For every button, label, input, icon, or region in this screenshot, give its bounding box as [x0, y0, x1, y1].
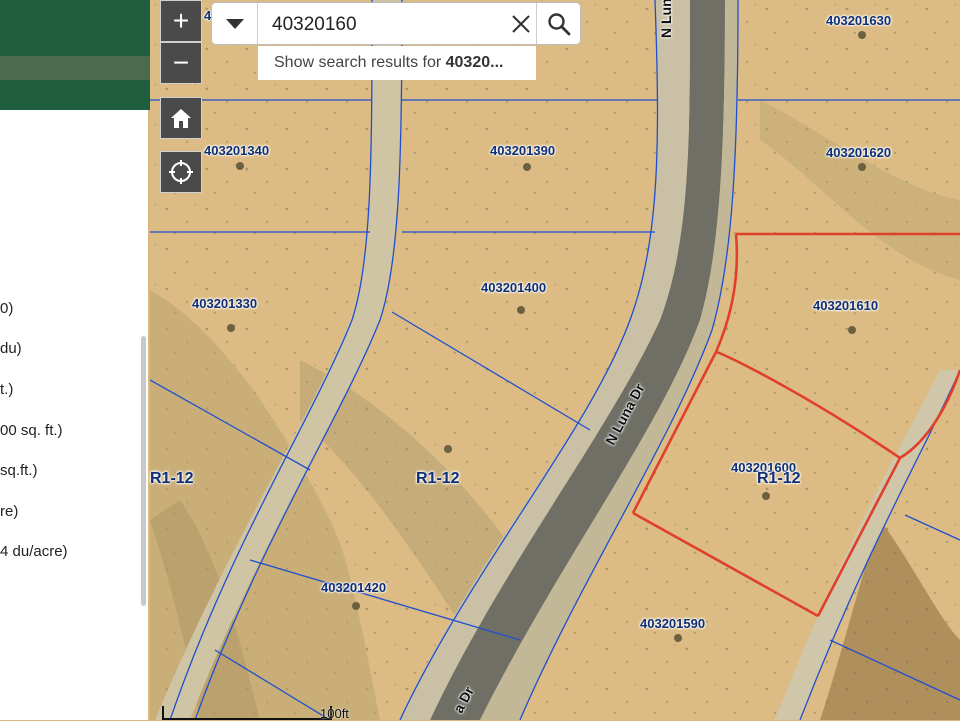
panel-header-band — [0, 80, 150, 110]
panel-row: t.) — [0, 381, 14, 398]
road-label: N Luna Dr — [658, 0, 674, 38]
locate-button[interactable] — [160, 151, 202, 193]
parcel-label: 403201630 — [826, 13, 892, 28]
panel-row: 4 du/acre) — [0, 543, 68, 560]
app-header-band — [0, 0, 150, 56]
panel-scrollbar[interactable] — [141, 336, 146, 606]
panel-row: 00 sq. ft.) — [0, 422, 63, 439]
close-icon — [512, 15, 530, 33]
map-canvas — [150, 0, 960, 720]
zoning-label: R1-12 — [757, 470, 801, 487]
parcel-label: 403201400 — [481, 280, 547, 295]
parcel-label: 403201620 — [826, 145, 892, 160]
crosshair-icon — [169, 160, 193, 184]
panel-row: 0) — [0, 300, 14, 317]
panel-row: du) — [0, 340, 22, 357]
clear-search-button[interactable] — [508, 11, 534, 37]
parcel-label: 403201610 — [813, 298, 879, 313]
parcel-label: 403201590 — [640, 616, 706, 631]
parcel-label: 403201330 — [192, 296, 258, 311]
panel-row: re) — [0, 503, 19, 520]
app-subheader-band — [0, 56, 150, 80]
panel-row: sq.ft.) — [0, 462, 38, 479]
info-panel: 0) du) t.) 00 sq. ft.) sq.ft.) re) 4 du/… — [0, 110, 148, 720]
scale-bar — [162, 706, 332, 720]
parcel-label: 403201340 — [204, 143, 270, 158]
search-source-dropdown[interactable] — [212, 3, 258, 44]
parcel-label: 403201420 — [321, 580, 387, 595]
zoom-out-button[interactable]: − — [160, 42, 202, 84]
search-icon — [548, 12, 571, 35]
search-button[interactable] — [536, 3, 581, 44]
search-input[interactable] — [270, 12, 504, 38]
zoom-in-button[interactable]: + — [160, 0, 202, 42]
map-view[interactable]: 4 403201630 403201340 403201390 40320162… — [150, 0, 960, 720]
search-suggestion[interactable]: Show search results for 40320... — [258, 46, 536, 80]
suggestion-prefix: Show search results for — [274, 54, 446, 71]
scale-label: 100ft — [320, 706, 349, 721]
suggestion-term: 40320... — [445, 54, 504, 71]
chevron-down-icon — [225, 18, 244, 29]
home-icon — [171, 109, 191, 128]
zoning-label: R1-12 — [416, 470, 460, 487]
plus-icon: + — [172, 5, 190, 36]
home-button[interactable] — [160, 97, 202, 139]
minus-icon: − — [172, 47, 190, 78]
search-widget — [211, 2, 581, 45]
zoning-label: R1-12 — [150, 470, 194, 487]
parcel-label: 403201390 — [490, 143, 556, 158]
